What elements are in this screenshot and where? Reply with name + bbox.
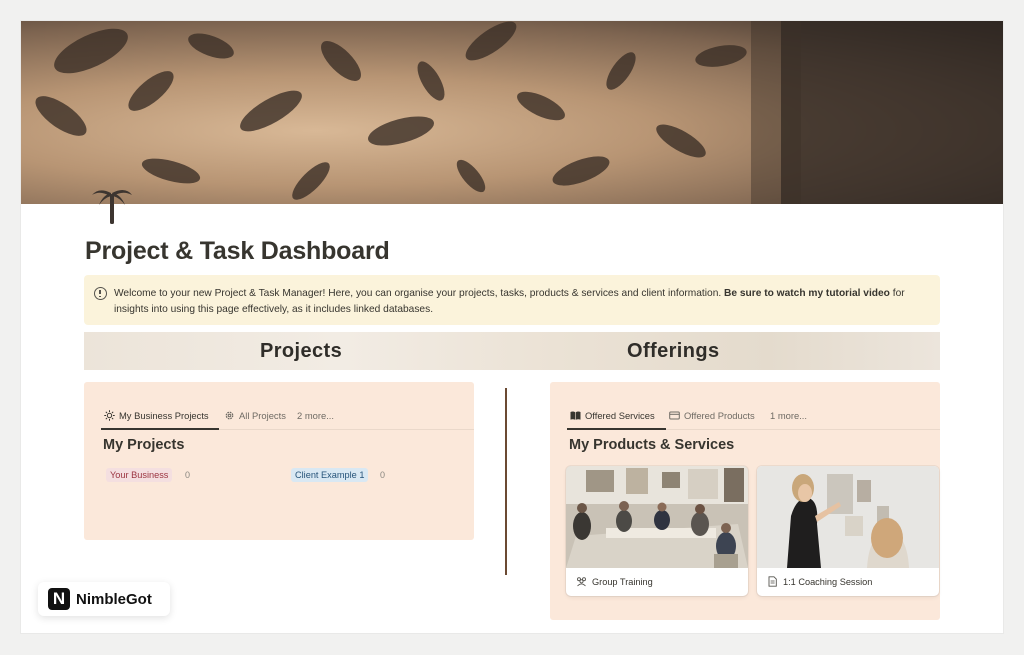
tab-offered-services[interactable]: Offered Services: [570, 410, 655, 421]
book-icon: [570, 410, 581, 421]
gear-icon: [224, 410, 235, 421]
section-heading-projects: Projects: [260, 340, 343, 362]
column-divider: [505, 388, 507, 575]
card-icon: [669, 410, 680, 421]
projects-database-panel: My Business Projects All Projects 2 more…: [84, 382, 474, 540]
tab-more-views[interactable]: 1 more...: [770, 410, 807, 421]
active-tab-underline: [567, 428, 666, 430]
offerings-view-tabs: Offered Services Offered Products 1 more…: [567, 404, 940, 430]
tab-label: 2 more...: [297, 410, 334, 421]
leaf-shadow-pattern: [35, 21, 1003, 204]
tab-label: All Projects: [239, 410, 286, 421]
document-icon: [767, 576, 778, 587]
brand-badge[interactable]: N NimbleGot: [38, 582, 170, 616]
palm-tree-icon[interactable]: [91, 181, 133, 225]
group-count: 0: [380, 470, 386, 480]
tab-all-projects[interactable]: All Projects: [224, 410, 286, 421]
brand-name: NimbleGot: [76, 590, 152, 608]
projects-view-tabs: My Business Projects All Projects 2 more…: [101, 404, 474, 430]
group-tag-your-business[interactable]: Your Business: [106, 468, 173, 482]
group-tag-client-example[interactable]: Client Example 1: [291, 468, 369, 482]
page-title[interactable]: Project & Task Dashboard: [85, 237, 390, 266]
database-title[interactable]: My Projects: [103, 437, 184, 453]
database-title[interactable]: My Products & Services: [569, 437, 734, 453]
card-cover-photo: [566, 466, 748, 568]
tab-label: Offered Products: [684, 410, 755, 421]
card-label: 1:1 Coaching Session: [783, 576, 873, 587]
callout-text-plain: Welcome to your new Project & Task Manag…: [114, 288, 725, 299]
gallery-card-coaching-session[interactable]: 1:1 Coaching Session: [757, 466, 939, 596]
section-header-bar: Projects Offerings: [84, 332, 940, 370]
card-title: Group Training: [576, 576, 653, 587]
tab-label: My Business Projects: [119, 410, 209, 421]
cover-image[interactable]: [21, 21, 1003, 204]
tab-my-business-projects[interactable]: My Business Projects: [104, 410, 209, 421]
section-heading-offerings: Offerings: [627, 340, 720, 362]
info-icon: [94, 287, 107, 300]
callout-text-bold: Be sure to watch my tutorial video: [724, 288, 890, 299]
page: Project & Task Dashboard Welcome to your…: [21, 21, 1003, 633]
tab-more-views[interactable]: 2 more...: [297, 410, 334, 421]
gallery-card-group-training[interactable]: Group Training: [566, 466, 748, 596]
callout-text[interactable]: Welcome to your new Project & Task Manag…: [114, 286, 932, 317]
group-icon: [576, 576, 587, 587]
brand-logo-icon: N: [48, 588, 70, 610]
card-cover-photo: [757, 466, 939, 568]
tab-label: 1 more...: [770, 410, 807, 421]
card-title: 1:1 Coaching Session: [767, 576, 872, 587]
group-count: 0: [185, 470, 191, 480]
tab-offered-products[interactable]: Offered Products: [669, 410, 755, 421]
welcome-callout: Welcome to your new Project & Task Manag…: [84, 275, 940, 325]
tab-label: Offered Services: [585, 410, 655, 421]
active-tab-underline: [101, 428, 219, 430]
offerings-database-panel: Offered Services Offered Products 1 more…: [550, 382, 940, 620]
sun-icon: [104, 410, 115, 421]
card-label: Group Training: [592, 576, 653, 587]
